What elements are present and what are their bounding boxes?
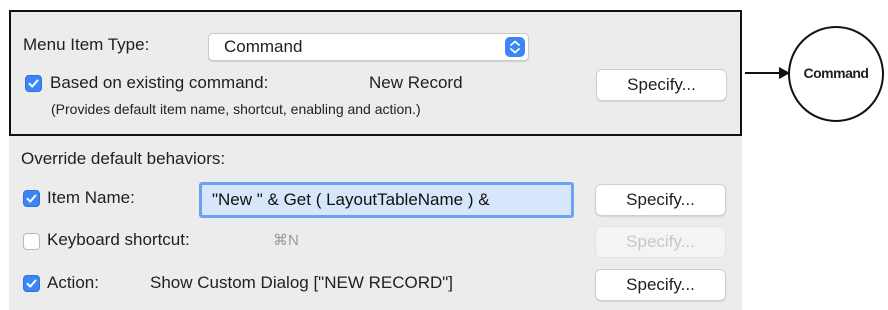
menu-item-type-value: Command [224,37,303,56]
based-on-command-value: New Record [369,73,463,92]
menu-item-type-label: Menu Item Type: [23,35,150,54]
action-value: Show Custom Dialog ["NEW RECORD"] [150,273,454,292]
highlight-box: Menu Item Type: Command Based on existin… [9,10,742,136]
checkmark-icon [26,279,37,288]
item-name-label: Item Name: [47,188,135,207]
based-on-command-checkbox[interactable] [25,75,42,92]
action-checkbox[interactable] [23,275,40,292]
specify-shortcut-button: Specify... [595,226,726,258]
command-callout: Command [788,26,884,122]
callout-arrow [745,67,790,79]
checkmark-icon [26,194,37,203]
specify-action-button[interactable]: Specify... [595,269,726,301]
command-callout-label: Command [803,65,869,81]
based-on-command-note: (Provides default item name, shortcut, e… [51,101,421,117]
checkmark-icon [28,79,39,88]
keyboard-shortcut-value: ⌘N [273,232,299,249]
keyboard-shortcut-checkbox[interactable] [23,233,40,250]
menu-item-settings-panel: Menu Item Type: Command Based on existin… [9,10,742,310]
keyboard-shortcut-label: Keyboard shortcut: [47,230,190,249]
item-name-checkbox[interactable] [23,190,40,207]
override-heading: Override default behaviors: [21,149,226,168]
based-on-command-label: Based on existing command: [50,73,269,92]
specify-command-button[interactable]: Specify... [596,69,727,101]
action-label: Action: [47,273,99,292]
menu-item-type-select[interactable]: Command [208,33,529,61]
specify-item-name-button[interactable]: Specify... [595,184,726,216]
select-stepper-icon [505,37,525,57]
item-name-field[interactable]: "New " & Get ( LayoutTableName ) & [199,182,574,218]
